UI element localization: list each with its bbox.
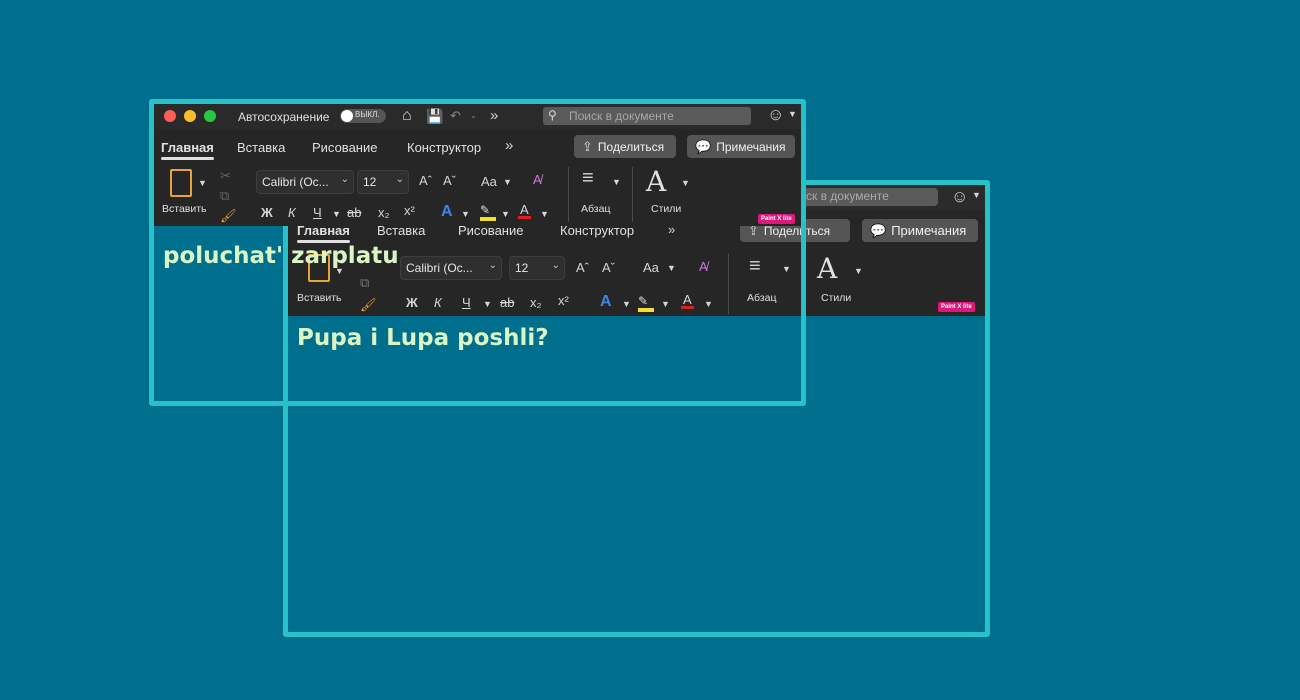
ribbon: Главная Вставка Рисование Конструктор » …: [154, 129, 801, 226]
subscript-icon[interactable]: x₂: [378, 206, 390, 219]
search-input[interactable]: ⚲ Поиск в документе: [543, 107, 751, 125]
font-color-icon[interactable]: A: [518, 203, 531, 219]
change-case-icon[interactable]: Aa: [481, 175, 497, 188]
divider: [632, 167, 633, 222]
paint-x-lite-badge: Paint X lite: [938, 302, 975, 312]
tab-home[interactable]: Главная: [161, 140, 214, 160]
tab-design[interactable]: Конструктор: [407, 140, 481, 155]
autosave-toggle[interactable]: ВЫКЛ.: [340, 109, 386, 123]
tab-draw[interactable]: Рисование: [312, 140, 377, 155]
document-text[interactable]: poluchat' zarplatu: [163, 243, 399, 269]
more-commands-icon[interactable]: »: [490, 108, 498, 123]
styles-icon[interactable]: A: [646, 165, 666, 198]
smiley-icon[interactable]: ☺: [767, 106, 784, 123]
strikethrough-icon[interactable]: ab: [347, 206, 361, 219]
chevron-down-icon[interactable]: ▼: [501, 210, 510, 219]
chevron-down-icon: ⌄: [395, 174, 404, 185]
grow-font-icon[interactable]: Aˆ: [419, 174, 432, 187]
comment-icon: 💬: [695, 139, 712, 154]
autosave-state: ВЫКЛ.: [355, 110, 380, 119]
highlight-icon[interactable]: ✎: [480, 203, 496, 221]
divider: [568, 167, 569, 222]
paint-x-lite-badge: Paint X lite: [758, 214, 795, 224]
chevron-down-icon[interactable]: ▼: [540, 210, 549, 219]
smiley-icon[interactable]: ☺: [951, 188, 968, 205]
font-name-select[interactable]: Calibri (Ос... ⌄: [256, 170, 354, 194]
font-size-select[interactable]: 12 ⌄: [357, 170, 409, 194]
share-icon: ⇪: [582, 139, 593, 154]
styles-label[interactable]: Стили: [821, 292, 851, 304]
styles-label[interactable]: Стили: [651, 203, 681, 215]
font-name-value: Calibri (Ос...: [262, 175, 329, 189]
clear-formatting-icon[interactable]: A̸: [533, 173, 542, 186]
shrink-font-icon[interactable]: Aˇ: [443, 174, 456, 187]
italic-icon[interactable]: К: [288, 206, 296, 219]
toggle-knob: [341, 110, 353, 122]
copy-icon[interactable]: ⧉: [220, 189, 229, 202]
share-label: Поделиться: [597, 139, 665, 154]
zoom-window-button[interactable]: [204, 110, 216, 122]
chevron-down-icon: ⌄: [340, 174, 349, 185]
chevron-down-icon[interactable]: ▼: [461, 210, 470, 219]
tab-insert[interactable]: Вставка: [237, 140, 285, 155]
save-icon[interactable]: 💾: [426, 109, 443, 123]
share-button[interactable]: ⇪ Поделиться: [574, 135, 676, 158]
minimize-window-button[interactable]: [184, 110, 196, 122]
undo-icon[interactable]: ↶: [450, 109, 461, 122]
comments-label: Примечания: [716, 139, 786, 154]
text-effects-icon[interactable]: A: [441, 204, 453, 220]
paragraph-icon[interactable]: ≡: [582, 168, 594, 188]
close-window-button[interactable]: [164, 110, 176, 122]
comments-button[interactable]: 💬 Примечания: [687, 135, 795, 158]
cut-icon[interactable]: ✂: [220, 169, 231, 182]
font-size-value: 12: [363, 175, 377, 189]
comment-icon: 💬: [870, 223, 887, 238]
home-icon[interactable]: ⌂: [402, 108, 412, 124]
paragraph-label[interactable]: Абзац: [581, 203, 610, 215]
chevron-down-icon[interactable]: ▼: [503, 178, 512, 187]
word-window-front: Автосохранение ВЫКЛ. ⌂ 💾 ↶ ⌄ » ⚲ Поиск в…: [149, 99, 806, 406]
paste-label[interactable]: Вставить: [162, 203, 207, 215]
styles-icon[interactable]: A: [817, 252, 837, 285]
chevron-down-icon[interactable]: ⌄: [470, 112, 477, 120]
underline-icon[interactable]: Ч: [313, 206, 322, 219]
search-icon: ⚲: [548, 108, 557, 122]
chevron-down-icon[interactable]: ▼: [681, 179, 690, 188]
chevron-down-icon[interactable]: ▼: [332, 210, 341, 219]
chevron-down-icon[interactable]: ▼: [788, 110, 797, 119]
superscript-icon[interactable]: x²: [404, 204, 415, 217]
bold-icon[interactable]: Ж: [261, 206, 273, 219]
autosave-label: Автосохранение: [238, 110, 330, 124]
format-painter-icon[interactable]: 🖌: [220, 209, 237, 222]
chevron-down-icon[interactable]: ▼: [972, 191, 981, 200]
title-bar: Автосохранение ВЫКЛ. ⌂ 💾 ↶ ⌄ » ⚲ Поиск в…: [154, 104, 801, 129]
search-placeholder: Поиск в документе: [569, 109, 674, 123]
chevron-down-icon[interactable]: ▼: [612, 178, 621, 187]
more-tabs-icon[interactable]: »: [505, 138, 513, 153]
chevron-down-icon[interactable]: ▼: [854, 267, 863, 276]
paste-chevron-icon[interactable]: ▼: [198, 179, 207, 188]
comments-button[interactable]: 💬 Примечания: [862, 219, 978, 242]
clipboard-icon[interactable]: [170, 169, 192, 197]
comments-label: Примечания: [891, 223, 967, 238]
